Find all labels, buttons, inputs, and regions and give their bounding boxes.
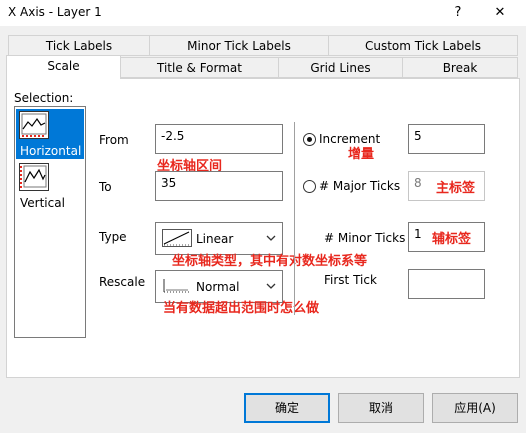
annotation-minor: 辅标签 — [432, 232, 472, 247]
selection-item-vertical[interactable]: Vertical — [16, 161, 84, 211]
tab-grid-lines[interactable]: Grid Lines — [278, 57, 403, 78]
first-tick-input[interactable] — [408, 269, 485, 299]
annotation-rescale: 当有数据超出范围时怎么做 — [163, 301, 320, 316]
tab-tick-labels[interactable]: Tick Labels — [8, 35, 150, 56]
rescale-label: Rescale — [99, 275, 146, 289]
rescale-icon — [163, 279, 189, 293]
close-button[interactable]: ✕ — [482, 0, 518, 26]
chevron-down-icon — [266, 235, 276, 241]
title-bar: X Axis - Layer 1 ? ✕ — [0, 0, 526, 26]
tab-minor-tick-labels[interactable]: Minor Tick Labels — [149, 35, 329, 56]
selection-list[interactable]: Horizontal Vertical — [14, 106, 86, 338]
tab-custom-tick-labels[interactable]: Custom Tick Labels — [328, 35, 518, 56]
chevron-down-icon — [266, 283, 276, 289]
type-label: Type — [99, 230, 127, 244]
first-tick-label: First Tick — [324, 273, 377, 287]
tab-scale[interactable]: Scale — [6, 55, 121, 79]
selection-item-label: Horizontal — [20, 144, 82, 158]
to-label: To — [99, 180, 112, 194]
rescale-select-value: Normal — [196, 280, 240, 294]
annotation-major: 主标签 — [436, 181, 476, 196]
from-input[interactable]: -2.5 — [155, 124, 283, 154]
minor-ticks-label: # Minor Ticks — [324, 231, 406, 245]
cancel-button[interactable]: 取消 — [338, 393, 424, 423]
type-select-value: Linear — [196, 232, 234, 246]
to-input[interactable]: 35 — [155, 171, 283, 201]
selection-item-label: Vertical — [20, 196, 65, 210]
linear-scale-icon — [162, 229, 192, 247]
selection-item-horizontal[interactable]: Horizontal — [16, 109, 84, 159]
major-ticks-label: # Major Ticks — [319, 179, 401, 193]
ok-button[interactable]: 确定 — [244, 393, 330, 423]
help-button[interactable]: ? — [440, 0, 476, 26]
increment-input[interactable]: 5 — [408, 124, 485, 154]
horizontal-axis-icon — [19, 111, 49, 139]
selection-label: Selection: — [14, 91, 74, 105]
increment-radio[interactable] — [303, 133, 316, 146]
from-label: From — [99, 133, 129, 147]
tab-break[interactable]: Break — [402, 57, 518, 78]
window-title: X Axis - Layer 1 — [8, 5, 102, 19]
vertical-axis-icon — [19, 163, 49, 191]
annotation-type: 坐标轴类型，其中有对数坐标系等 — [172, 254, 368, 269]
annotation-increment: 增量 — [348, 147, 375, 162]
divider — [294, 122, 295, 315]
apply-button[interactable]: 应用(A) — [432, 393, 518, 423]
tab-title-format[interactable]: Title & Format — [120, 57, 279, 78]
major-ticks-radio[interactable] — [303, 180, 316, 193]
